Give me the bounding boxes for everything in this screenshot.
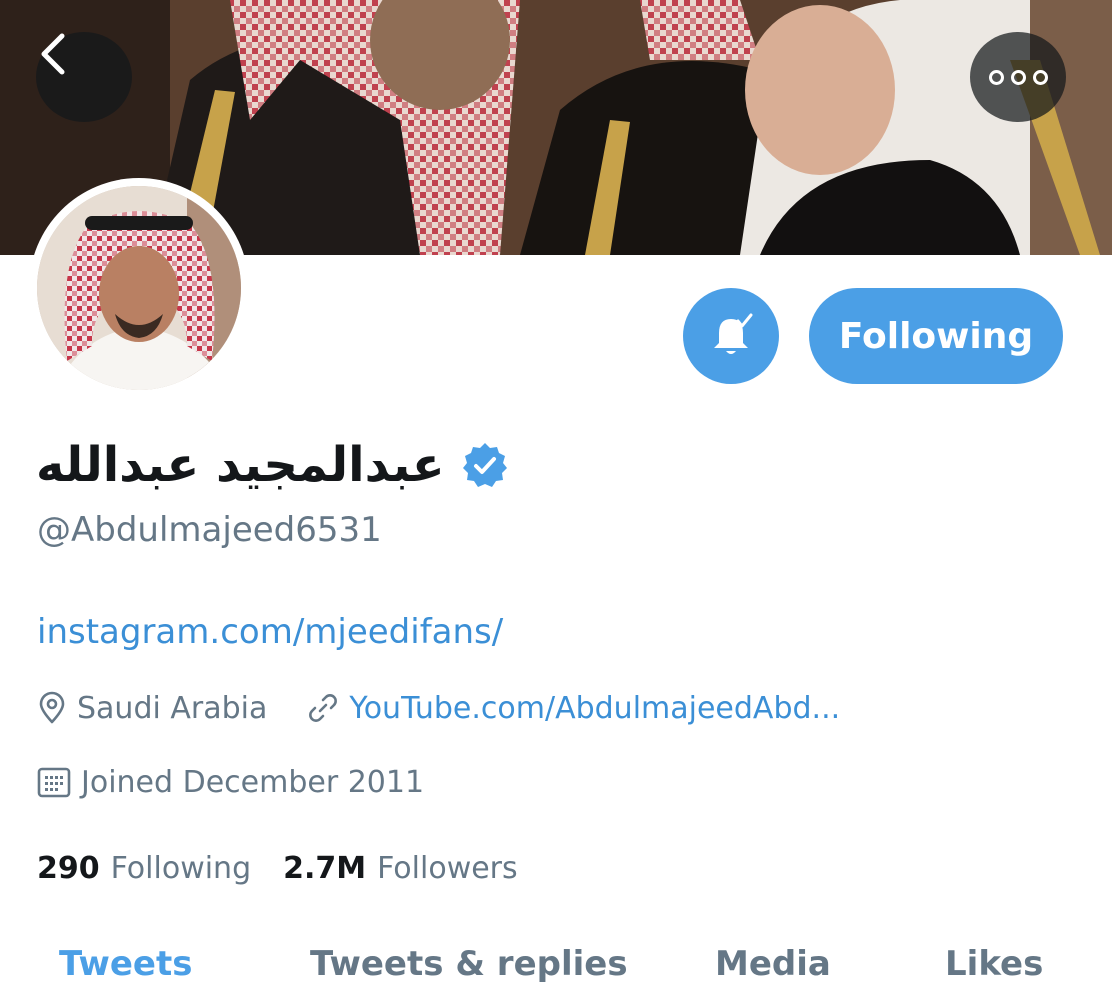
avatar-photo [37,186,241,390]
display-name: عبدالمجيد عبدالله [36,437,445,493]
website-link[interactable]: YouTube.com/AbdulmajeedAbd... [349,691,840,726]
following-button[interactable]: Following [809,288,1063,384]
more-horizontal-icon [988,69,1048,85]
notifications-button[interactable] [683,288,779,384]
following-label: Following [110,850,252,886]
verified-badge-icon [462,443,507,487]
bell-check-icon [714,313,753,354]
profile-avatar[interactable] [29,178,249,398]
follow-stats: 290 Following 2.7M Followers [37,846,518,890]
tab-likes[interactable]: Likes [945,944,1043,984]
location-item: Saudi Arabia [37,691,267,726]
profile-tabs: Tweets Tweets & replies Media Likes [0,944,1112,1000]
tab-media[interactable]: Media [715,944,831,984]
link-icon [309,694,338,722]
following-stat[interactable]: 290 Following [37,851,251,886]
location-pin-icon [39,691,65,724]
followers-stat[interactable]: 2.7M Followers [283,851,518,886]
profile-handle: @Abdulmajeed6531 [37,510,382,550]
followers-label: Followers [377,850,518,886]
tab-tweets[interactable]: Tweets [59,944,192,984]
profile-page: Following عبدالمجيد عبدالله @Abdulmajeed… [0,0,1112,1000]
chevron-left-icon [41,33,65,75]
calendar-icon [37,767,71,798]
following-count: 290 [37,850,100,886]
profile-name-row: عبدالمجيد عبدالله [36,425,509,505]
joined-item: Joined December 2011 [37,760,424,804]
more-options-button[interactable] [970,32,1066,122]
tab-tweets-and-replies[interactable]: Tweets & replies [310,944,628,984]
bio-link[interactable]: instagram.com/mjeedifans/ [37,612,503,652]
profile-meta-row: Saudi Arabia YouTube.com/AbdulmajeedAbd.… [37,686,840,730]
joined-text: Joined December 2011 [81,764,425,800]
followers-count: 2.7M [283,850,367,886]
location-text: Saudi Arabia [77,690,268,726]
back-button[interactable] [36,32,132,122]
website-item[interactable]: YouTube.com/AbdulmajeedAbd... [307,691,840,726]
